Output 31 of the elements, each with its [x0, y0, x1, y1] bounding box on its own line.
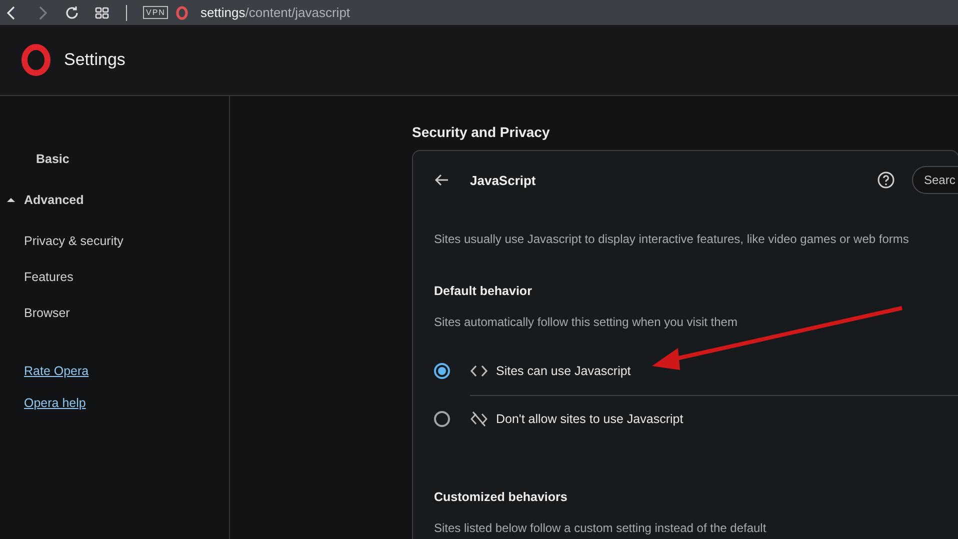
sidebar-link[interactable]: Rate Opera [0, 355, 229, 387]
vpn-badge[interactable]: VPN [143, 6, 168, 19]
radio-button[interactable] [434, 411, 450, 427]
code-brackets-icon [470, 362, 488, 378]
caret-up-icon [6, 196, 16, 204]
option-label: Don't allow sites to use Javascript [496, 412, 684, 426]
card-title: JavaScript [470, 172, 537, 188]
option-label: Sites can use Javascript [496, 364, 631, 378]
sidebar-link[interactable]: Opera help [0, 387, 229, 419]
subsection-heading: Default behavior [434, 284, 533, 298]
subsection-text: Sites listed below follow a custom setting instead of the default [434, 521, 768, 535]
back-arrow-icon[interactable] [434, 172, 450, 188]
description-text: Sites usually use Javascript to display interactive features, like video games or web forms [434, 232, 910, 246]
sidebar-item[interactable]: Browser [0, 295, 229, 331]
page-title: Settings [64, 50, 126, 70]
subsection-heading: Customized behaviors [434, 490, 568, 504]
reload-icon[interactable] [64, 4, 80, 20]
sidebar-item[interactable]: Privacy & security [0, 223, 229, 259]
subsection-text: Sites automatically follow this setting when you visit them [434, 315, 738, 329]
section-title: Security and Privacy [412, 124, 551, 140]
help-icon[interactable] [877, 171, 895, 189]
sidebar-item[interactable]: Advanced [0, 182, 229, 218]
radio-button[interactable] [434, 363, 450, 379]
code-off-icon [470, 411, 488, 427]
sidebar-item[interactable]: Basic [0, 141, 229, 177]
opera-logo-icon [176, 6, 188, 20]
search-field[interactable]: Searc [912, 166, 958, 194]
opera-logo-icon [20, 44, 52, 76]
sidebar-item[interactable]: Features [0, 259, 229, 295]
address-field[interactable]: settings/content/javascript [200, 5, 350, 20]
grid-icon[interactable] [94, 4, 110, 20]
